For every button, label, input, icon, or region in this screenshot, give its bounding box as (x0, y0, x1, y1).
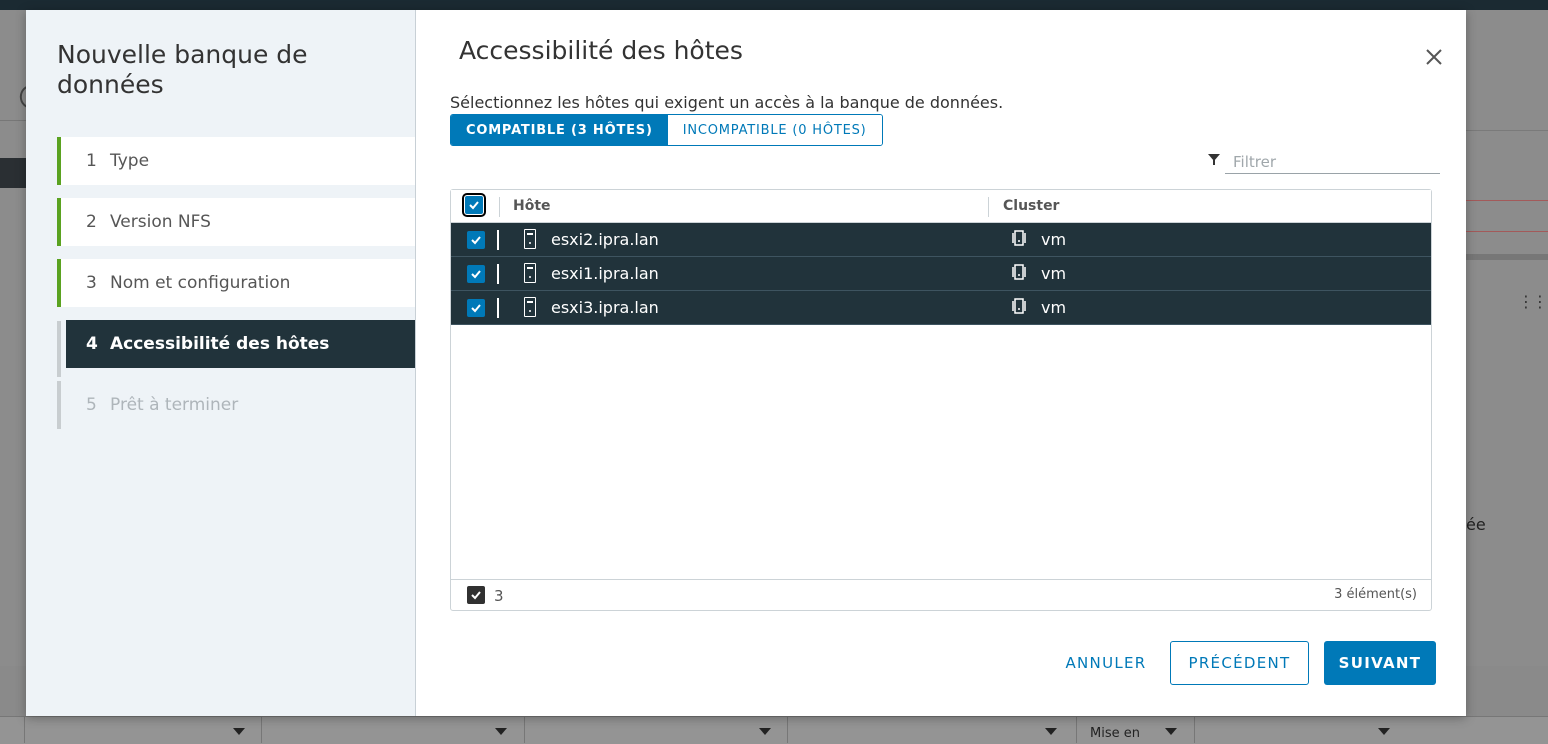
background-column (1194, 716, 1195, 743)
cluster-name: vm (1041, 230, 1067, 249)
row-separator (497, 264, 499, 284)
background-column (1076, 716, 1077, 743)
wizard-title: Nouvelle banque de données (57, 40, 308, 99)
background-column (524, 716, 525, 743)
row-checkbox[interactable] (467, 231, 485, 249)
background-column (24, 716, 25, 743)
cancel-button[interactable]: ANNULER (1056, 641, 1156, 685)
check-icon (471, 270, 481, 279)
background-text: ée (1466, 515, 1486, 534)
check-icon (469, 201, 479, 210)
page-subtitle: Sélectionnez les hôtes qui exigent un ac… (450, 93, 1004, 112)
row-separator (497, 298, 499, 318)
host-icon (524, 263, 536, 283)
tab-incompatible[interactable]: INCOMPATIBLE (0 HÔTES) (667, 115, 882, 145)
wizard-step-ready: 5 Prêt à terminer (57, 381, 415, 429)
host-name: esxi3.ipra.lan (551, 298, 659, 317)
table-row[interactable]: esxi3.ipra.lan vm (451, 291, 1431, 325)
step-label: Accessibilité des hôtes (110, 334, 330, 354)
selected-count: 3 (494, 587, 504, 605)
cluster-icon (1012, 264, 1026, 280)
background-divider (0, 120, 26, 121)
table-row[interactable]: esxi2.ipra.lan vm (451, 223, 1431, 257)
column-separator (499, 197, 500, 217)
cluster-icon (1012, 230, 1026, 246)
cluster-name: vm (1041, 298, 1067, 317)
app-header (0, 0, 1548, 10)
cluster-name: vm (1041, 264, 1067, 283)
compatibility-tabs: COMPATIBLE (3 HÔTES) INCOMPATIBLE (0 HÔT… (450, 114, 883, 146)
step-number: 3 (86, 273, 97, 293)
filter-icon (1165, 728, 1177, 735)
close-icon (1426, 49, 1442, 65)
wizard-steps-panel: Nouvelle banque de données 1 Type 2 Vers… (26, 10, 416, 716)
background-divider (1466, 130, 1548, 131)
wizard-step-name-config[interactable]: 3 Nom et configuration (57, 259, 415, 307)
previous-button[interactable]: PRÉCÉDENT (1170, 641, 1309, 685)
step-label: Prêt à terminer (110, 395, 239, 415)
wizard-step-type[interactable]: 1 Type (57, 137, 415, 185)
filter-icon (759, 728, 771, 735)
step-number: 4 (86, 334, 98, 354)
filter-icon (1208, 154, 1220, 165)
selection-toggle-checkbox[interactable] (467, 586, 485, 604)
table-row[interactable]: esxi1.ipra.lan vm (451, 257, 1431, 291)
check-icon (471, 236, 481, 245)
host-icon (524, 229, 536, 249)
filter-icon (1378, 728, 1390, 735)
wizard-step-nfs-version[interactable]: 2 Version NFS (57, 198, 415, 246)
row-checkbox[interactable] (467, 265, 485, 283)
step-number: 2 (86, 212, 97, 232)
column-resize-handle[interactable] (988, 197, 989, 217)
background-divider (1466, 254, 1548, 260)
background-column-label: Mise en (1090, 726, 1140, 741)
filter-icon (495, 728, 507, 735)
grid-footer: 3 3 élément(s) (451, 579, 1431, 611)
step-progress-bar (57, 321, 61, 377)
close-button[interactable] (1422, 45, 1446, 69)
wizard-dialog: Nouvelle banque de données 1 Type 2 Vers… (26, 10, 1466, 716)
select-all-checkbox[interactable] (462, 193, 486, 217)
check-icon (471, 591, 481, 600)
cluster-icon (1012, 298, 1026, 314)
row-separator (497, 230, 499, 250)
check-icon (471, 304, 481, 313)
background-column (261, 716, 262, 743)
filter-icon (1045, 728, 1057, 735)
background-nav-strip (0, 158, 26, 188)
background-alert (1466, 200, 1548, 232)
wizard-content: Accessibilité des hôtes Sélectionnez les… (416, 10, 1466, 716)
column-header-cluster[interactable]: Cluster (1003, 198, 1059, 214)
step-label: Version NFS (110, 212, 211, 232)
grid-header: Hôte Cluster (451, 190, 1431, 223)
host-icon (524, 297, 536, 317)
host-name: esxi2.ipra.lan (551, 230, 659, 249)
filter-icon (233, 728, 245, 735)
host-name: esxi1.ipra.lan (551, 264, 659, 283)
page-title: Accessibilité des hôtes (459, 36, 743, 65)
drag-handle-icon: ⋮⋮ (1518, 292, 1548, 311)
wizard-step-host-accessibility[interactable]: 4 Accessibilité des hôtes (66, 320, 415, 368)
tab-compatible[interactable]: COMPATIBLE (3 HÔTES) (451, 115, 668, 145)
step-label: Nom et configuration (110, 273, 291, 293)
step-number: 5 (86, 395, 97, 415)
column-header-host[interactable]: Hôte (513, 198, 551, 214)
step-number: 1 (86, 151, 97, 171)
filter-input[interactable] (1225, 150, 1440, 174)
row-checkbox[interactable] (467, 299, 485, 317)
step-label: Type (110, 151, 150, 171)
wizard-step-list: 1 Type 2 Version NFS 3 Nom et configurat… (57, 130, 415, 442)
next-button[interactable]: SUIVANT (1324, 641, 1436, 685)
hosts-datagrid: Hôte Cluster esxi2.ipra.lan vm esxi1.ipr… (450, 189, 1432, 611)
background-column (787, 716, 788, 743)
total-items: 3 élément(s) (1334, 587, 1417, 602)
